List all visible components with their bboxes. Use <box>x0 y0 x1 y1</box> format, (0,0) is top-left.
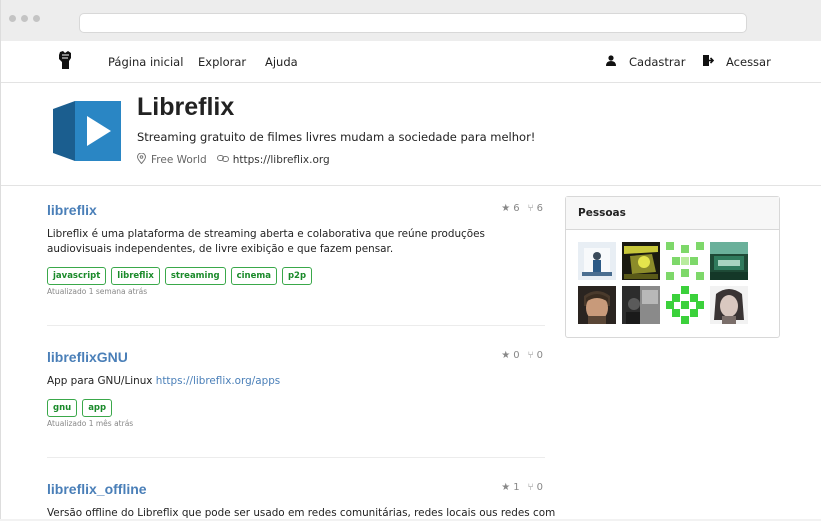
org-website-link[interactable]: https://libreflix.org <box>233 154 330 166</box>
org-name: Libreflix <box>137 93 235 121</box>
repo-title-link[interactable]: libreflix <box>47 202 97 218</box>
avatar[interactable] <box>710 242 748 280</box>
avatar[interactable] <box>622 286 660 324</box>
people-panel-title: Pessoas <box>566 197 779 230</box>
map-marker-icon <box>136 152 147 167</box>
address-bar[interactable] <box>79 13 747 33</box>
user-icon <box>606 55 616 69</box>
nav-help-link[interactable]: Ajuda <box>265 55 298 69</box>
topic-tag[interactable]: p2p <box>281 267 313 285</box>
repo-stats: ★ 0 ⑂ 0 <box>501 350 543 361</box>
star-icon: ★ <box>501 203 511 214</box>
divider <box>47 325 545 326</box>
fork-icon: ⑂ <box>527 203 534 214</box>
maximize-dot[interactable] <box>33 15 40 22</box>
browser-chrome <box>1 0 821 41</box>
minimize-dot[interactable] <box>21 15 28 22</box>
libreflix-play-logo-icon <box>53 101 121 165</box>
org-location: Free World <box>151 154 207 166</box>
repo-description: App para GNU/Linux https://libreflix.org… <box>47 374 545 389</box>
login-link[interactable]: Acessar <box>726 55 771 69</box>
fork-count: 0 <box>536 350 543 361</box>
topic-tag[interactable]: libreflix <box>111 267 160 285</box>
avatar[interactable] <box>710 286 748 324</box>
avatar[interactable] <box>622 242 660 280</box>
repo-stats: ★ 1 ⑂ 0 <box>501 482 543 493</box>
repo-title-link[interactable]: libreflixGNU <box>47 349 128 365</box>
nav-home-link[interactable]: Página inicial <box>108 55 183 69</box>
people-panel: Pessoas <box>565 196 780 338</box>
repo-updated: Atualizado 1 mês atrás <box>47 419 134 428</box>
star-count: 6 <box>513 203 520 214</box>
repo-item: libreflixGNU ★ 0 ⑂ 0 App para GNU/Linux … <box>47 347 545 428</box>
avatar[interactable] <box>666 286 704 324</box>
topic-tag[interactable]: app <box>82 399 113 417</box>
star-count: 0 <box>513 350 520 361</box>
browser-window: Página inicial Explorar Ajuda Cadastrar … <box>0 0 821 519</box>
star-icon: ★ <box>501 482 511 493</box>
people-avatars <box>578 242 748 324</box>
repo-topics: javascript libreflix streaming cinema p2… <box>47 267 545 285</box>
star-icon: ★ <box>501 350 511 361</box>
star-count: 1 <box>513 482 520 493</box>
repo-description-link[interactable]: https://libreflix.org/apps <box>156 375 280 387</box>
fork-icon: ⑂ <box>527 350 534 361</box>
repo-title-link[interactable]: libreflix_offline <box>47 481 147 497</box>
close-dot[interactable] <box>9 15 16 22</box>
fork-count: 6 <box>536 203 543 214</box>
topic-tag[interactable]: cinema <box>230 267 277 285</box>
link-icon <box>216 154 229 166</box>
window-controls <box>9 15 40 22</box>
fist-logo-icon[interactable] <box>57 50 73 73</box>
avatar[interactable] <box>666 242 704 280</box>
top-navbar: Página inicial Explorar Ajuda Cadastrar … <box>1 41 821 83</box>
org-description: Streaming gratuito de filmes livres muda… <box>137 130 536 144</box>
repo-stats: ★ 6 ⑂ 6 <box>501 203 543 214</box>
divider <box>47 457 545 458</box>
repo-description-text: App para GNU/Linux <box>47 375 156 387</box>
topic-tag[interactable]: gnu <box>47 399 78 417</box>
repo-item: libreflix ★ 6 ⑂ 6 Libreflix é uma plataf… <box>47 200 545 296</box>
avatar[interactable] <box>578 242 616 280</box>
fork-count: 0 <box>536 482 543 493</box>
repo-item: libreflix_offline ★ 1 ⑂ 0 Versão offline… <box>47 479 555 521</box>
nav-explore-link[interactable]: Explorar <box>198 55 246 69</box>
register-link[interactable]: Cadastrar <box>629 55 685 69</box>
repo-topics: gnu app <box>47 399 545 417</box>
topic-tag[interactable]: javascript <box>47 267 107 285</box>
repo-description: Libreflix é uma plataforma de streaming … <box>47 228 485 255</box>
topic-tag[interactable]: streaming <box>164 267 226 285</box>
org-header: Libreflix Streaming gratuito de filmes l… <box>1 83 821 186</box>
org-meta: Free World https://libreflix.org <box>136 152 330 167</box>
sign-in-icon <box>703 55 715 69</box>
repo-updated: Atualizado 1 semana atrás <box>47 287 148 296</box>
fork-icon: ⑂ <box>527 482 534 493</box>
avatar[interactable] <box>578 286 616 324</box>
